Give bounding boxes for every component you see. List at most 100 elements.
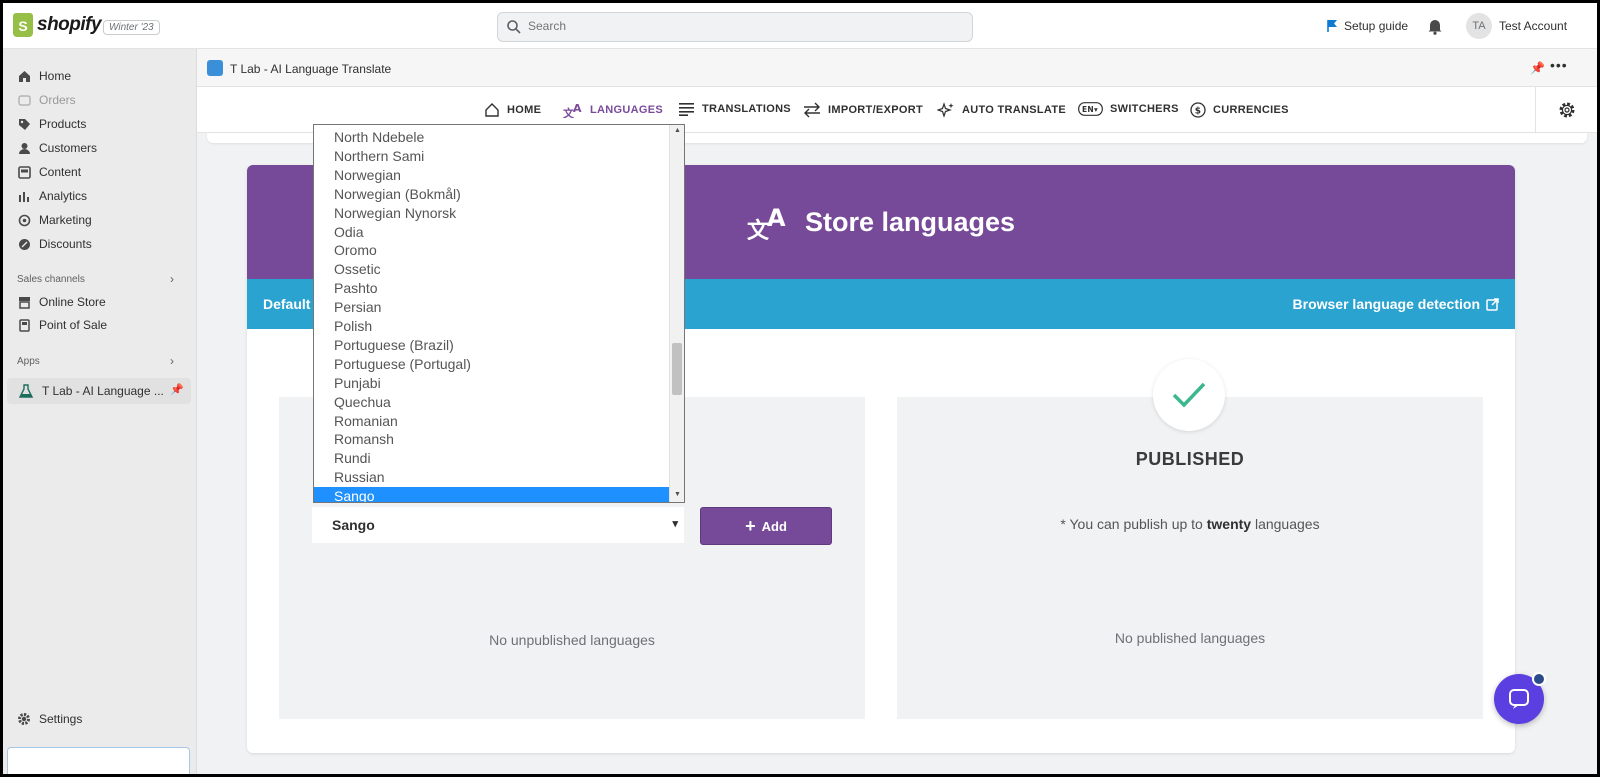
tab-import-export[interactable]: IMPORT/EXPORT [803,102,923,118]
plus-icon: + [745,516,756,536]
tag-icon [17,117,31,131]
tab-home[interactable]: HOME [484,102,541,118]
dropdown-option[interactable]: North Ndebele [314,128,669,147]
currency-icon: $ [1190,102,1206,118]
sidebar-item-label: Online Store [39,295,106,309]
tab-languages[interactable]: 文A LANGUAGES [563,102,663,118]
dropdown-option[interactable]: Ossetic [314,260,669,279]
scroll-thumb[interactable] [672,343,682,395]
sidebar: Home Orders Products Customers Content A… [3,49,197,774]
flask-icon [19,384,33,398]
sidebar-item-label: Point of Sale [39,318,108,332]
person-icon [17,141,31,155]
dropdown-scrollbar[interactable]: ▲ ▼ [669,125,684,502]
store-icon [17,295,31,309]
sidebar-item-label: Analytics [39,189,88,203]
dropdown-option[interactable]: Romansh [314,430,669,449]
sidebar-item-t-lab-app[interactable]: T Lab - AI Language ... 📌 [7,378,191,404]
dropdown-option[interactable]: Oromo [314,241,669,260]
tab-switchers[interactable]: EN▾ SWITCHERS [1078,102,1179,116]
dropdown-option[interactable]: Norwegian Nynorsk [314,204,669,223]
sidebar-bottom-panel [7,747,190,774]
translate-icon: 文A [563,102,582,118]
sidebar-item-products[interactable]: Products [17,114,86,134]
chevron-right-icon[interactable]: › [170,354,174,368]
sidebar-item-label: Products [39,117,87,131]
dropdown-option[interactable]: Russian [314,468,669,487]
tab-label: HOME [507,104,542,116]
checkmark-icon [1172,382,1206,408]
select-value: Sango [332,517,375,533]
sidebar-item-orders[interactable]: Orders [17,90,76,110]
browser-detection-link[interactable]: Browser language detection [1293,296,1499,312]
sidebar-item-home[interactable]: Home [17,66,71,86]
pin-icon[interactable]: 📌 [170,383,184,396]
sidebar-item-customers[interactable]: Customers [17,138,97,158]
dropdown-option[interactable]: Rundi [314,449,669,468]
svg-text:A: A [573,102,582,115]
flag-icon [1327,20,1337,32]
scroll-up-arrow-icon[interactable]: ▲ [674,127,681,134]
marketing-icon [17,213,31,227]
language-select[interactable]: Sango ▾ [312,507,684,543]
settings-button[interactable] [1535,87,1597,133]
sidebar-item-online-store[interactable]: Online Store [17,292,106,312]
dropdown-option[interactable]: Polish [314,317,669,336]
gear-icon [17,712,31,726]
setup-guide-button[interactable]: Setup guide [1326,19,1408,33]
search-icon [507,20,521,34]
add-language-button[interactable]: + Add [700,507,832,545]
dropdown-option[interactable]: Quechua [314,393,669,412]
published-check-badge [1153,359,1225,431]
tab-currencies[interactable]: $ CURRENCIES [1190,102,1289,118]
sidebar-item-label: Content [39,165,82,179]
sidebar-item-analytics[interactable]: Analytics [17,186,87,206]
external-link-icon [1486,297,1499,311]
dropdown-option[interactable]: Pashto [314,279,669,298]
account-name[interactable]: Test Account [1499,19,1567,33]
sidebar-item-settings[interactable]: Settings [17,709,82,729]
sidebar-item-marketing[interactable]: Marketing [17,210,92,230]
sidebar-item-label: Customers [39,141,98,155]
sidebar-item-discounts[interactable]: Discounts [17,234,92,254]
orders-icon [17,93,31,107]
published-title: PUBLISHED [1135,449,1245,469]
dropdown-option[interactable]: Romanian [314,412,669,431]
dropdown-option[interactable]: Persian [314,298,669,317]
dropdown-option[interactable]: Portuguese (Brazil) [314,336,669,355]
scroll-down-arrow-icon[interactable]: ▼ [674,491,681,498]
dropdown-option[interactable]: Punjabi [314,374,669,393]
dropdown-option[interactable]: Odia [314,223,669,242]
chevron-right-icon[interactable]: › [170,272,174,286]
sidebar-item-point-of-sale[interactable]: Point of Sale [17,315,107,335]
bell-icon[interactable] [1427,18,1443,35]
dropdown-option[interactable]: Norwegian [314,166,669,185]
avatar[interactable]: TA [1466,13,1492,39]
pin-icon[interactable]: 📌 [1530,61,1545,75]
analytics-icon [17,189,31,203]
svg-text:A: A [767,204,786,232]
sidebar-item-label: Home [39,69,72,83]
tab-auto-translate[interactable]: AUTO TRANSLATE [937,102,1066,118]
app-icon [207,60,223,76]
sidebar-item-content[interactable]: Content [17,162,81,182]
dropdown-option[interactable]: Sango [314,487,669,502]
shopify-logo[interactable]: S shopify [13,13,102,37]
app-window: S shopify Winter '23 Setup guide TA Test… [3,3,1597,774]
sales-channels-heading: Sales channels [17,274,85,285]
sparkle-icon [937,102,954,118]
notification-badge [1532,672,1546,686]
dropdown-option[interactable]: Norwegian (Bokmål) [314,185,669,204]
svg-text:$: $ [1195,107,1202,117]
dropdown-option[interactable]: Portuguese (Portugal) [314,355,669,374]
tab-translations[interactable]: TRANSLATIONS [679,102,791,116]
version-badge: Winter '23 [103,20,160,35]
published-empty-text: No published languages [1114,630,1266,646]
dropdown-option[interactable]: Northern Sami [314,147,669,166]
apps-heading: Apps [17,356,40,367]
more-options-icon[interactable]: ••• [1550,57,1568,73]
language-dropdown-list[interactable]: North Ndebele Northern Sami Norwegian Norwe… [313,124,685,503]
search-bar[interactable] [497,12,973,42]
sidebar-item-label: Marketing [39,213,92,227]
search-input[interactable] [528,19,948,33]
